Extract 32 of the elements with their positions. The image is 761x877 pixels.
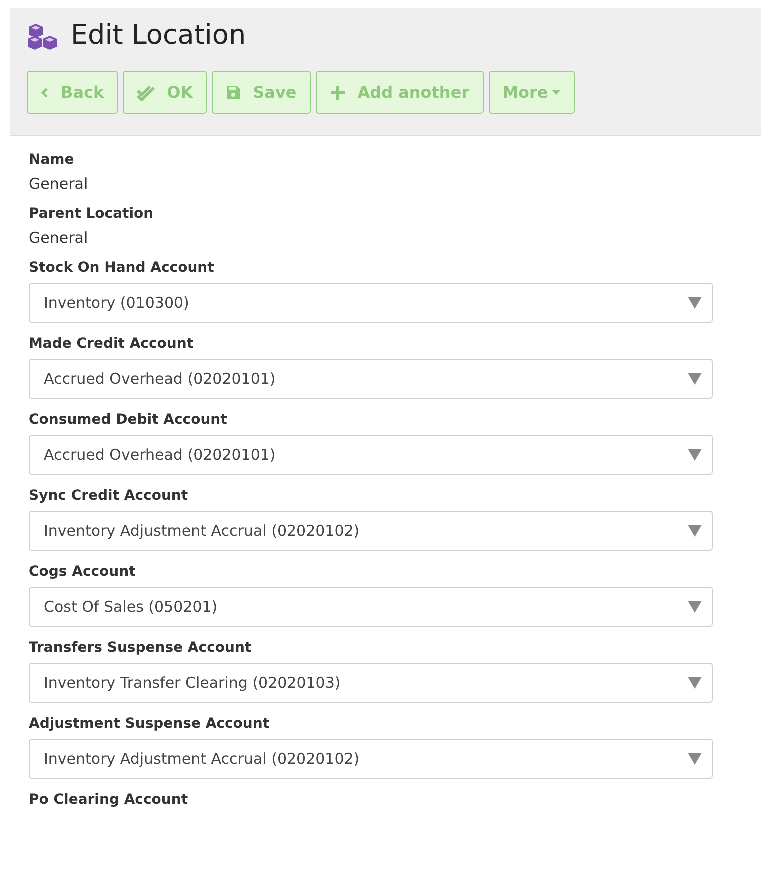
field-label: Sync Credit Account bbox=[29, 488, 190, 504]
account-select[interactable]: Inventory (010300) bbox=[29, 283, 713, 323]
plus-icon bbox=[330, 84, 346, 100]
field-label: Cogs Account bbox=[29, 564, 137, 580]
page-title: Edit Location bbox=[71, 20, 246, 51]
field-label: Transfers Suspense Account bbox=[29, 640, 253, 656]
dropdown-arrow-icon bbox=[688, 297, 702, 309]
account-select[interactable]: Inventory Adjustment Accrual (02020102) bbox=[29, 511, 713, 551]
account-select[interactable]: Cost Of Sales (050201) bbox=[29, 587, 713, 627]
dropdown-arrow-icon bbox=[688, 525, 702, 537]
account-select[interactable]: Inventory Transfer Clearing (02020103) bbox=[29, 663, 713, 703]
dropdown-arrow-icon bbox=[688, 753, 702, 765]
field-value: General bbox=[29, 175, 90, 193]
chevron-left-icon bbox=[41, 86, 49, 98]
caret-down-icon bbox=[552, 90, 562, 95]
cubes-icon bbox=[27, 22, 59, 50]
dropdown-arrow-icon bbox=[688, 677, 702, 689]
double-check-icon bbox=[137, 84, 156, 100]
field-label: Made Credit Account bbox=[29, 336, 195, 352]
dropdown-arrow-icon bbox=[688, 373, 702, 385]
dropdown-arrow-icon bbox=[688, 601, 702, 613]
field-label: Name bbox=[29, 152, 76, 168]
account-select[interactable]: Accrued Overhead (02020101) bbox=[29, 435, 713, 475]
field-label: Adjustment Suspense Account bbox=[29, 716, 271, 732]
field-value: General bbox=[29, 229, 90, 247]
account-select[interactable]: Inventory Adjustment Accrual (02020102) bbox=[29, 739, 713, 779]
field-label: Po Clearing Account bbox=[29, 792, 190, 808]
field-label: Stock On Hand Account bbox=[29, 260, 216, 276]
dropdown-arrow-icon bbox=[688, 449, 702, 461]
account-select[interactable]: Accrued Overhead (02020101) bbox=[29, 359, 713, 399]
field-label: Consumed Debit Account bbox=[29, 412, 228, 428]
field-label: Parent Location bbox=[29, 206, 155, 222]
